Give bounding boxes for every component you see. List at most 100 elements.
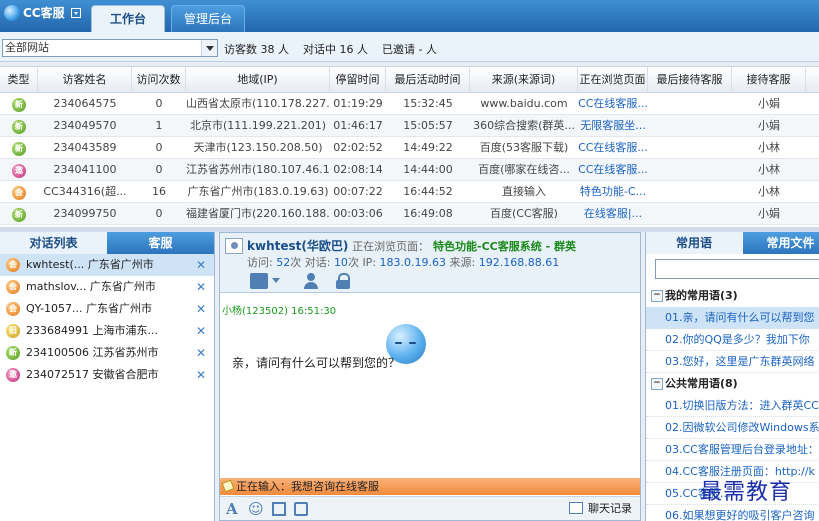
top-bar: CC客服 工作台 管理后台 (0, 0, 819, 32)
visitor-type-badge: 新 (0, 137, 38, 159)
reply-group[interactable]: 我的常用语(3) (646, 285, 819, 307)
cell-stay: 00:03:06 (333, 207, 383, 220)
tab-agents[interactable]: 客服 (107, 232, 214, 254)
cell-region: 广东省广州市(183.0.19.63) (187, 185, 329, 198)
quick-reply-search-input[interactable] (655, 259, 819, 279)
cell-page[interactable]: CC在线客服... (578, 93, 648, 115)
close-icon[interactable]: ✕ (196, 342, 206, 364)
tab-conversations[interactable]: 对话列表 (0, 232, 107, 254)
table-row[interactable]: 新 234043589 0 天津市(123.150.208.50) 02:02:52 14… (0, 137, 819, 159)
cell-page[interactable]: 特色功能-C... (578, 181, 648, 203)
table-header: 类型 访客姓名 访问次数 地域(IP) 停留时间 最后活动时间 来源(来源词) 正在浏览页面最… (0, 67, 819, 93)
cell-page[interactable]: 无限客服坐... (578, 115, 648, 137)
quick-reply-item[interactable]: 01.切换旧版方法：进入群英CC (646, 395, 819, 417)
visitor-header: kwhtest(华欧巴) 正在浏览页面： 特色功能-CC客服系统 - 群英 访问… (220, 233, 640, 293)
cell-page[interactable]: CC在线客服... (578, 137, 648, 159)
cell-source: 百度(CC客服) (490, 207, 558, 220)
tab-admin[interactable]: 管理后台 (171, 5, 245, 32)
visitor-type-icon: 新 (6, 346, 20, 360)
quick-reply-item[interactable]: 03.您好，这里是广东群英网络 (646, 351, 819, 373)
close-icon[interactable]: ✕ (196, 298, 206, 320)
column-header[interactable]: 访客姓名 (38, 67, 132, 93)
conversation-location: 安徽省合肥市 (92, 368, 159, 381)
close-icon[interactable]: ✕ (196, 320, 206, 342)
quick-reply-item[interactable]: 01.亲，请问有什么可以帮到您 (646, 307, 819, 329)
visit-unit: 次 (290, 256, 302, 269)
quick-reply-item[interactable]: 02.因微软公司修改Windows系 (646, 417, 819, 439)
visitor-type-icon: 会 (12, 186, 26, 200)
cell-visits: 0 (155, 141, 163, 154)
close-icon[interactable]: ✕ (196, 276, 206, 298)
column-header[interactable]: 地域(IP) (186, 67, 330, 93)
cell-source: 百度(53客服下载) (479, 141, 569, 154)
close-icon[interactable]: ✕ (196, 254, 206, 276)
invited-count: - (418, 43, 423, 56)
quick-reply-item[interactable]: 02.你的QQ是多少？我加下你 (646, 329, 819, 351)
conversation-item[interactable]: 邀 234072517 安徽省合肥市 ✕ (0, 364, 214, 386)
tab-workbench[interactable]: 工作台 (91, 5, 165, 32)
visitor-type-icon: 邀 (12, 164, 26, 178)
pencil-icon (221, 479, 235, 493)
tab-common-files[interactable]: 常用文件 (742, 232, 819, 254)
column-header[interactable]: 最后活动时间 (386, 67, 470, 93)
column-header[interactable]: 正在浏览页面 (578, 67, 648, 93)
table-row[interactable]: 新 234049570 1 北京市(111.199.221.201) 01:46:17 1… (0, 115, 819, 137)
conversation-item[interactable]: 会 mathslov... 广东省广州市 ✕ (0, 276, 214, 298)
column-header[interactable]: 类型 (0, 67, 38, 93)
visitor-name[interactable]: kwhtest(华欧巴) (247, 239, 348, 253)
folder-icon[interactable] (250, 273, 280, 289)
cell-page[interactable]: CC在线客服... (578, 159, 648, 181)
cell-stay: 01:46:17 (333, 119, 383, 132)
emoji-picker-icon[interactable]: ☺ (248, 501, 264, 517)
dropdown-icon[interactable] (70, 7, 81, 18)
cell-last-agent (648, 93, 732, 115)
app-logo[interactable]: CC客服 (4, 4, 81, 21)
column-header[interactable]: 停留时间 (330, 67, 386, 93)
table-row[interactable]: 会 CC344316(超... 16 广东省广州市(183.0.19.63) 00:07… (0, 181, 819, 203)
quick-reply-item[interactable]: 06.如果想更好的吸引客户咨询 (646, 505, 819, 521)
cell-last: 14:49:22 (403, 141, 453, 154)
cell-last: 15:32:45 (403, 97, 453, 110)
tab-quick-replies[interactable]: 常用语 (646, 232, 742, 254)
conversation-panel: 对话列表 客服 会 kwhtest(... 广东省广州市 ✕ 会 mathslov...… (0, 232, 215, 521)
screenshot-icon[interactable] (272, 502, 286, 516)
source-label: 来源: (449, 256, 476, 269)
conversation-item[interactable]: 新 234100506 江苏省苏州市 ✕ (0, 342, 214, 364)
chatting-unit: 人 (357, 43, 368, 56)
cell-agent: 小娟 (758, 207, 780, 220)
lock-icon[interactable] (334, 273, 352, 289)
column-header[interactable]: 最后接待客服 (648, 67, 732, 93)
conversation-name: 233684991 (26, 324, 89, 337)
table-row[interactable]: 新 234064575 0 山西省太原市(110.178.227.2...01:19:… (0, 93, 819, 115)
column-header[interactable]: 来源(来源词) (470, 67, 578, 93)
column-header[interactable]: 访问次数 (132, 67, 186, 93)
visitor-type-badge: 新 (0, 93, 38, 115)
quick-reply-item[interactable]: 03.CC客服管理后台登录地址： (646, 439, 819, 461)
user-icon[interactable] (302, 273, 320, 289)
cell-visits: 0 (155, 97, 163, 110)
font-icon[interactable]: A (226, 501, 238, 517)
cell-agent: 小林 (758, 163, 780, 176)
visitor-toolbar (250, 273, 352, 289)
conversation-item[interactable]: 旧 233684991 上海市浦东... ✕ (0, 320, 214, 342)
app-title: CC客服 (23, 6, 65, 20)
cell-source: 百度(哪家在线咨... (478, 163, 570, 176)
column-header[interactable]: 接待客服 (732, 67, 806, 93)
table-row[interactable]: 新 234099750 0 福建省厦门市(220.160.188.30)00:03:0… (0, 203, 819, 225)
history-button[interactable]: 聊天记录 (569, 501, 632, 517)
cell-page[interactable]: 在线客服|... (578, 203, 648, 225)
chevron-down-icon[interactable] (201, 40, 217, 56)
cell-visits: 0 (155, 207, 163, 220)
ip-label: IP: (362, 256, 377, 269)
conversation-item[interactable]: 会 kwhtest(... 广东省广州市 ✕ (0, 254, 214, 276)
reply-group[interactable]: 公共常用语(8) (646, 373, 819, 395)
close-icon[interactable]: ✕ (196, 364, 206, 386)
cell-region: 江苏省苏州市(180.107.46.19) (186, 163, 330, 176)
table-row[interactable]: 邀 234041100 0 江苏省苏州市(180.107.46.19) 02:08:14… (0, 159, 819, 181)
visitor-type-icon: 旧 (6, 324, 20, 338)
browsing-page[interactable]: 特色功能-CC客服系统 - 群英 (433, 240, 576, 253)
conversation-item[interactable]: 会 QY-1057... 广东省广州市 ✕ (0, 298, 214, 320)
image-icon[interactable] (294, 502, 308, 516)
visitors-unit: 人 (278, 43, 289, 56)
site-select[interactable]: 全部网站 (2, 39, 218, 57)
